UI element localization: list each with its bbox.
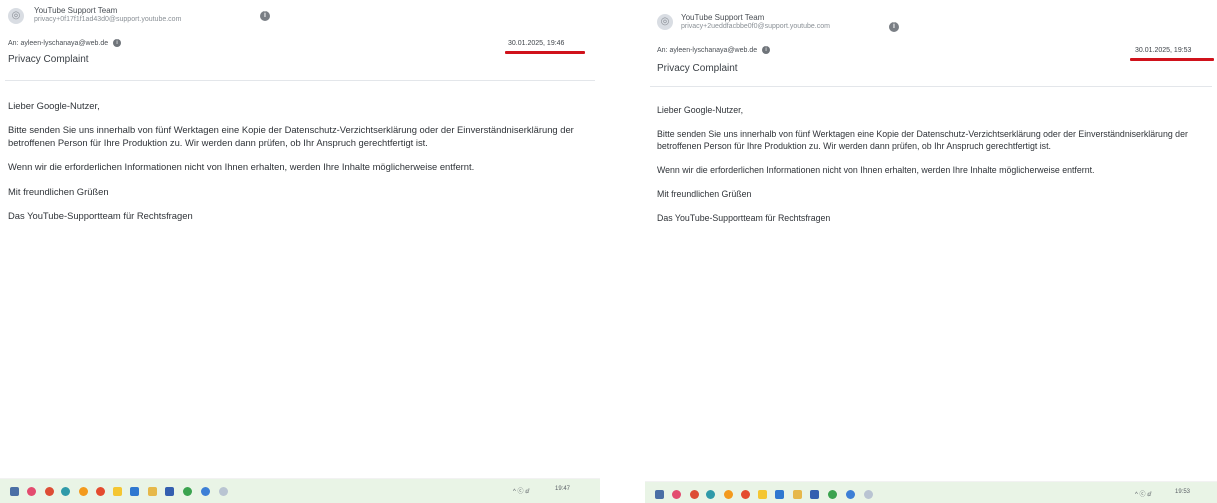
sender-avatar: ◎: [657, 14, 673, 30]
blue-round-icon[interactable]: [846, 490, 855, 499]
taskbar-clock[interactable]: 19:47: [555, 486, 570, 492]
system-tray[interactable]: ^ ⓒ ⅆ: [513, 486, 529, 495]
yellow-icon[interactable]: [113, 487, 122, 496]
recipient-label: An:: [657, 46, 668, 54]
chrome-icon[interactable]: [690, 490, 699, 499]
email-greeting: Lieber Google-Nutzer,: [657, 105, 744, 115]
sender-avatar: ◎: [8, 8, 24, 24]
heart-icon[interactable]: [27, 487, 36, 496]
blue-icon[interactable]: [775, 490, 784, 499]
blue-icon[interactable]: [130, 487, 139, 496]
orange-circle-icon[interactable]: [724, 490, 733, 499]
taskbar-clock[interactable]: 19:53: [1175, 489, 1190, 495]
sender-name: YouTube Support Team: [681, 13, 765, 22]
email-closing: Mit freundlichen Grüßen: [8, 185, 109, 197]
folder-icon[interactable]: [793, 490, 802, 499]
email-paragraph-1: Bitte senden Sie uns innerhalb von fünf …: [8, 124, 574, 148]
email-date: 30.01.2025, 19:46: [508, 40, 565, 47]
date-highlight-underline: [505, 51, 585, 54]
store-icon[interactable]: [810, 490, 819, 499]
recipient-address[interactable]: ayleen-lyschanaya@web.de: [669, 47, 757, 54]
email-date: 30.01.2025, 19:53: [1135, 47, 1192, 54]
recipient-info-icon[interactable]: i: [113, 39, 122, 47]
green-icon[interactable]: [828, 490, 837, 499]
email-paragraph-2: Wenn wir die erforderlichen Informatione…: [8, 161, 475, 173]
start-icon[interactable]: [10, 487, 19, 496]
sender-info-icon[interactable]: i: [260, 11, 270, 21]
email-body: Lieber Google-Nutzer, Bitte senden Sie u…: [657, 104, 1217, 236]
email-header: ◎ YouTube Support Team privacy+0f17f1f1a…: [0, 0, 600, 72]
email-screenshot-left: ◎ YouTube Support Team privacy+0f17f1f1a…: [0, 0, 600, 503]
chrome-icon[interactable]: [45, 487, 54, 496]
person-icon[interactable]: [219, 487, 228, 496]
system-tray[interactable]: ^ ⓒ ⅆ: [1135, 489, 1151, 498]
header-divider: [5, 80, 595, 81]
email-closing: Mit freundlichen Grüßen: [657, 189, 752, 199]
taskbar: ^ ⓒ ⅆ 19:53: [645, 481, 1217, 503]
yellow-icon[interactable]: [758, 490, 767, 499]
recipient-info-icon[interactable]: i: [762, 46, 771, 54]
recipient-line: An: ayleen-lyschanaya@web.de i: [8, 39, 122, 47]
green-icon[interactable]: [183, 487, 192, 496]
recipient-address[interactable]: ayleen-lyschanaya@web.de: [20, 40, 108, 47]
heart-icon[interactable]: [672, 490, 681, 499]
orange-circle-icon[interactable]: [79, 487, 88, 496]
email-screenshot-right: ◎ YouTube Support Team privacy+2ueddfacb…: [645, 0, 1217, 503]
edge-icon[interactable]: [706, 490, 715, 499]
red-circle-icon[interactable]: [96, 487, 105, 496]
email-subject: Privacy Complaint: [8, 54, 89, 65]
email-signature: Das YouTube-Supportteam für Rechtsfragen: [657, 213, 831, 223]
header-divider: [650, 86, 1212, 87]
date-highlight-underline: [1130, 58, 1214, 61]
email-subject: Privacy Complaint: [657, 63, 738, 74]
red-circle-icon[interactable]: [741, 490, 750, 499]
email-paragraph-2: Wenn wir die erforderlichen Informatione…: [657, 165, 1095, 175]
recipient-label: An:: [8, 39, 19, 47]
person-icon[interactable]: [864, 490, 873, 499]
sender-email[interactable]: privacy+0f17f1f1ad43d0@support.youtube.c…: [34, 16, 181, 23]
blue-round-icon[interactable]: [201, 487, 210, 496]
start-icon[interactable]: [655, 490, 664, 499]
email-header: ◎ YouTube Support Team privacy+2ueddfacb…: [645, 0, 1217, 74]
folder-icon[interactable]: [148, 487, 157, 496]
email-paragraph-1: Bitte senden Sie uns innerhalb von fünf …: [657, 129, 1188, 151]
email-greeting: Lieber Google-Nutzer,: [8, 100, 100, 111]
store-icon[interactable]: [165, 487, 174, 496]
email-signature: Das YouTube-Supportteam für Rechtsfragen: [8, 210, 193, 222]
sender-name: YouTube Support Team: [34, 6, 118, 15]
edge-icon[interactable]: [61, 487, 70, 496]
email-body: Lieber Google-Nutzer, Bitte senden Sie u…: [8, 100, 588, 234]
recipient-line: An: ayleen-lyschanaya@web.de i: [657, 46, 771, 54]
sender-info-icon[interactable]: i: [889, 22, 899, 32]
taskbar: ^ ⓒ ⅆ 19:47: [0, 478, 600, 503]
sender-email[interactable]: privacy+2ueddfacbbe0f0@support.youtube.c…: [681, 23, 830, 30]
